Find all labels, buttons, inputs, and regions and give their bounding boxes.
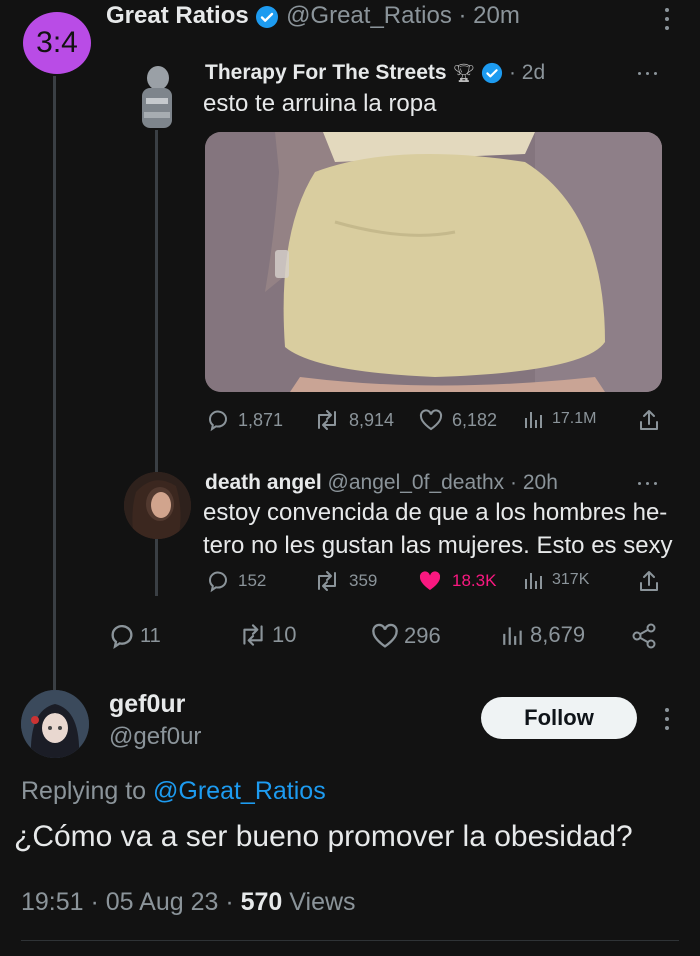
bar-chart-icon: [503, 627, 522, 645]
focus-tweet-text: ¿Cómo va a ser bueno promover la obesida…: [14, 820, 633, 853]
reply-avatar[interactable]: [124, 472, 191, 539]
bar-chart-icon: [525, 412, 542, 428]
retweet-icon: [318, 410, 336, 430]
avatar[interactable]: [21, 690, 89, 758]
statue-avatar-icon: [142, 66, 172, 128]
like-count: 296: [404, 623, 441, 648]
reply-tweet-header: death angel @angel_0f_deathx · 20h: [205, 471, 558, 495]
views-button[interactable]: 317K: [524, 569, 589, 591]
retweet-icon: [243, 624, 263, 646]
replying-prefix: Replying to: [21, 777, 147, 805]
quoted-author-name[interactable]: Therapy For The Streets: [205, 61, 447, 84]
more-options-icon[interactable]: [638, 72, 660, 78]
share-network-icon: [632, 623, 656, 649]
verified-icon: [482, 63, 503, 84]
views-button[interactable]: 8,679: [502, 622, 585, 648]
reply-text-line: tero no les gustan las mujeres. Esto es …: [203, 532, 673, 559]
thread-line-main: [53, 76, 56, 690]
retweet-button[interactable]: 10: [238, 622, 296, 648]
reply-handle-time: @angel_0f_deathx · 20h: [327, 471, 558, 494]
views-label: Views: [289, 888, 356, 916]
focus-author-name[interactable]: gef0ur: [109, 690, 185, 719]
follow-button[interactable]: Follow: [481, 697, 637, 739]
verified-icon: [256, 5, 279, 28]
share-icon: [640, 410, 658, 430]
retweet-count: 8,914: [349, 409, 395, 430]
retweet-count: 359: [349, 571, 378, 590]
retweet-button[interactable]: 359: [313, 569, 377, 593]
views-count: 317K: [552, 571, 590, 588]
reply-button[interactable]: 1,871: [206, 408, 283, 432]
like-button[interactable]: 6,182: [418, 408, 497, 432]
like-button[interactable]: 18.3K: [416, 569, 496, 593]
replying-handle-link[interactable]: @Great_Ratios: [153, 777, 326, 805]
reply-count: 11: [140, 624, 161, 647]
reply-icon: [209, 571, 227, 593]
focus-handle[interactable]: @gef0ur: [109, 723, 201, 751]
reply-count: 1,871: [238, 409, 284, 430]
replying-to: Replying to @Great_Ratios: [21, 777, 326, 806]
views-count: 8,679: [530, 622, 586, 647]
heart-filled-icon: [419, 571, 441, 590]
avatar-label: 3:4: [36, 26, 78, 59]
anime-avatar-icon: [21, 690, 89, 758]
photo-image: [205, 132, 662, 392]
avatar[interactable]: 3:4: [23, 12, 91, 74]
handle-time: @Great_Ratios · 20m: [286, 2, 520, 29]
profile-photo: [124, 472, 191, 539]
retweet-icon: [318, 571, 336, 591]
more-options-icon[interactable]: [662, 706, 672, 732]
divider: [21, 940, 679, 941]
views-button[interactable]: 17.1M: [524, 408, 596, 430]
retweet-count: 10: [272, 622, 297, 647]
views-count: 17.1M: [552, 410, 597, 427]
reply-author-name[interactable]: death angel: [205, 471, 322, 494]
trophy-icon: 🏆︎: [452, 63, 476, 83]
tweet-photo[interactable]: [205, 132, 662, 392]
main-tweet-header: Great Ratios @Great_Ratios · 20m: [106, 2, 520, 30]
more-options-icon[interactable]: [638, 482, 660, 488]
reply-tweet-text: estoy convencida de que a los hombres he…: [203, 496, 673, 562]
more-options-icon[interactable]: [662, 6, 672, 32]
tweet-timestamp[interactable]: 19:51 · 05 Aug 23 ·: [21, 888, 234, 916]
heart-icon: [372, 623, 398, 648]
share-button[interactable]: [630, 622, 658, 650]
tweet-meta: 19:51 · 05 Aug 23 · 570 Views: [21, 888, 356, 917]
share-button[interactable]: [638, 408, 660, 432]
reply-text-line: estoy convencida de que a los hombres he…: [203, 499, 668, 526]
retweet-button[interactable]: 8,914: [313, 408, 394, 432]
quoted-time: · 2d: [508, 61, 546, 84]
reply-icon: [111, 624, 133, 650]
quoted-tweet-text: esto te arruina la ropa: [203, 90, 437, 117]
like-count: 6,182: [452, 409, 498, 430]
reply-icon: [209, 410, 227, 432]
reply-button[interactable]: 11: [108, 622, 161, 650]
share-icon: [640, 571, 658, 591]
like-count: 18.3K: [452, 571, 497, 590]
like-button[interactable]: 296: [370, 622, 441, 650]
share-button[interactable]: [638, 569, 660, 593]
quoted-tweet-header: Therapy For The Streets 🏆︎ · 2d: [205, 61, 545, 85]
bar-chart-icon: [525, 573, 542, 589]
author-name[interactable]: Great Ratios: [106, 2, 249, 29]
views-number: 570: [240, 888, 283, 916]
reply-count: 152: [238, 571, 267, 590]
reply-button[interactable]: 152: [206, 569, 266, 593]
heart-icon: [419, 409, 443, 431]
quoted-avatar[interactable]: [130, 62, 182, 132]
